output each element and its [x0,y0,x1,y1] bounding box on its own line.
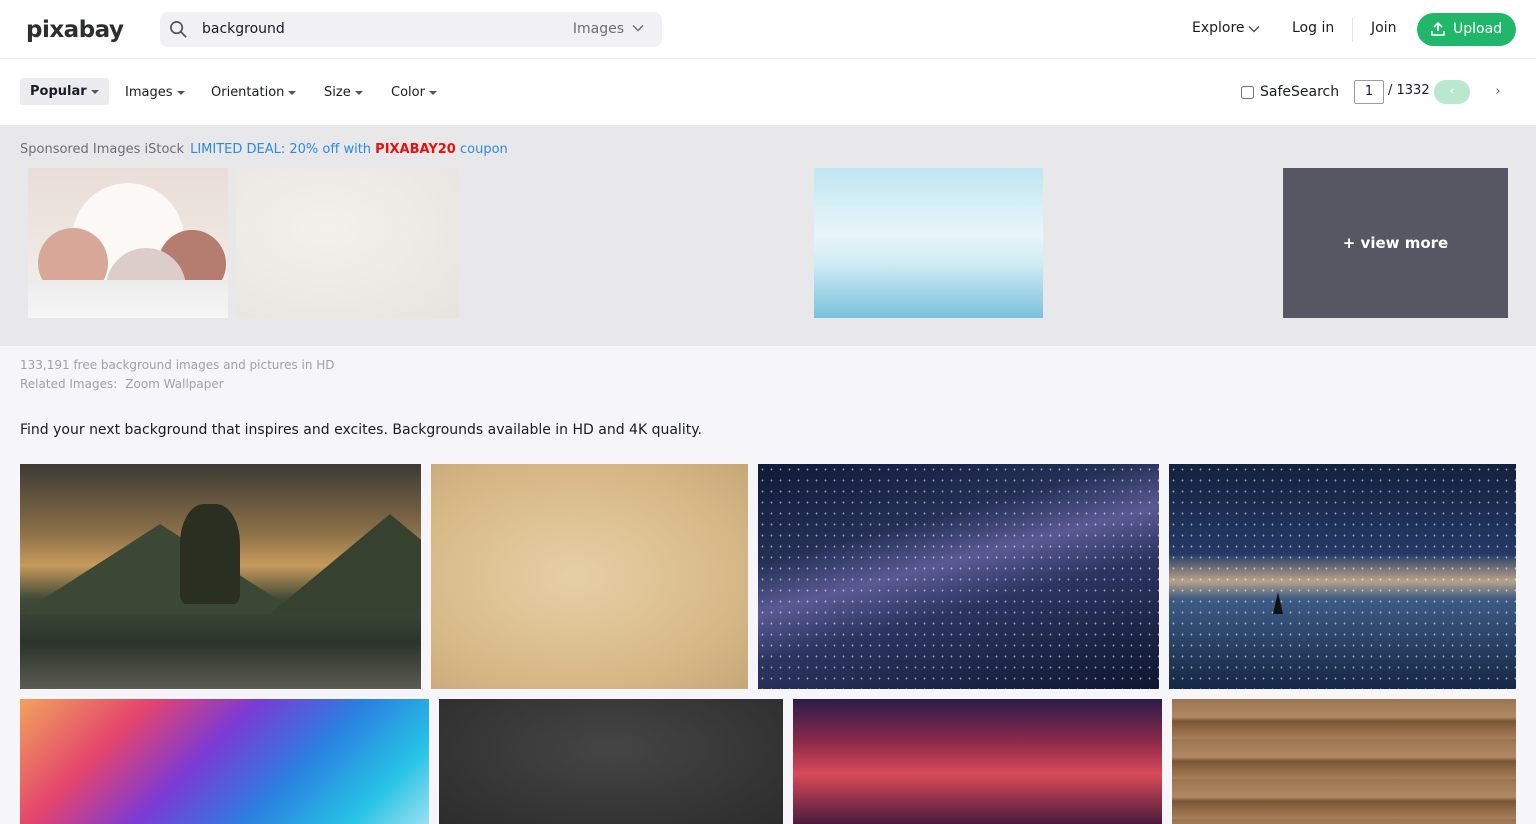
page-number-input[interactable]: 1 [1354,80,1384,104]
coupon-code: PIXABAY20 [375,142,456,157]
sponsored-header: Sponsored Images iStock LIMITED DEAL: 20%… [20,142,508,157]
view-more-button[interactable]: + view more [1283,168,1508,318]
upload-icon [1431,22,1445,36]
chevron-down-icon [632,24,644,32]
image-tile[interactable] [20,464,421,689]
caret-down-icon [288,90,297,95]
t4-shape-boat [1273,592,1283,614]
caret-down-icon [176,90,185,95]
deal-link[interactable]: LIMITED DEAL: 20% off with PIXABAY20 cou… [190,142,508,157]
caret-down-icon [354,90,363,95]
safesearch-checkbox[interactable] [1241,85,1254,99]
size-dropdown[interactable]: Size [324,85,363,100]
sponsored-label: Sponsored Images iStock [20,142,185,157]
image-tile[interactable] [1169,464,1516,689]
nav-divider [1352,18,1353,42]
sponsored-image[interactable] [814,168,1043,318]
t1-shape-mtn-r [270,514,421,614]
upload-button[interactable]: Upload [1417,13,1516,46]
sp1-shape-floor [28,280,228,318]
explore-label: Explore [1192,20,1245,36]
deal-suffix: coupon [460,142,508,157]
page-total: / 1332 [1388,83,1430,98]
sort-label: Popular [30,84,87,99]
image-tile[interactable] [439,699,783,824]
search-type-select[interactable]: Images [573,21,624,37]
chevron-down-icon [1248,25,1260,33]
filter-bar: Popular Images Orientation Size Color Sa… [0,59,1536,125]
orientation-label: Orientation [211,85,285,100]
search-input[interactable]: background [202,21,285,37]
color-label: Color [391,85,425,100]
size-label: Size [324,85,351,100]
type-images-dropdown[interactable]: Images [125,85,185,100]
color-dropdown[interactable]: Color [391,85,437,100]
sponsored-image[interactable] [236,168,459,318]
image-tile[interactable] [793,699,1162,824]
search-bar[interactable]: background Images [160,12,662,47]
related-images: Related Images: Zoom Wallpaper [20,377,224,391]
upload-label: Upload [1453,21,1503,37]
t3-shape-stars [758,464,1159,689]
next-page-button[interactable]: › [1480,80,1516,104]
image-tile[interactable] [431,464,748,689]
t4-shape-stars [1169,464,1516,689]
caret-down-icon [90,89,99,94]
pixabay-logo[interactable]: pixabay [26,17,124,43]
sort-popular-dropdown[interactable]: Popular [20,78,109,105]
sponsored-image[interactable] [28,168,228,318]
top-header: pixabay background Images Explore Log in… [0,0,1536,59]
t1-shape-mtn-l [20,524,300,614]
safesearch-toggle[interactable]: SafeSearch [1241,84,1339,100]
related-link[interactable]: Zoom Wallpaper [125,377,223,391]
t1-shape-tree [180,504,240,604]
login-link[interactable]: Log in [1292,20,1334,36]
explore-menu[interactable]: Explore [1192,20,1260,36]
image-tile[interactable] [20,699,429,824]
search-icon [170,21,187,38]
image-tile[interactable] [758,464,1159,689]
image-tile[interactable] [1172,699,1516,824]
page-description: Find your next background that inspires … [20,422,702,438]
safesearch-label: SafeSearch [1260,84,1340,100]
prev-page-button[interactable]: ‹ [1434,80,1470,104]
sponsored-section: Sponsored Images iStock LIMITED DEAL: 20%… [0,125,1536,346]
search-type-label: Images [572,21,624,37]
orientation-dropdown[interactable]: Orientation [211,85,297,100]
related-label: Related Images: [20,377,118,391]
caret-down-icon [428,90,437,95]
deal-prefix: LIMITED DEAL: 20% off with [190,142,372,157]
type-label: Images [125,85,173,100]
results-count: 133,191 free background images and pictu… [20,358,335,372]
join-link[interactable]: Join [1371,20,1396,36]
